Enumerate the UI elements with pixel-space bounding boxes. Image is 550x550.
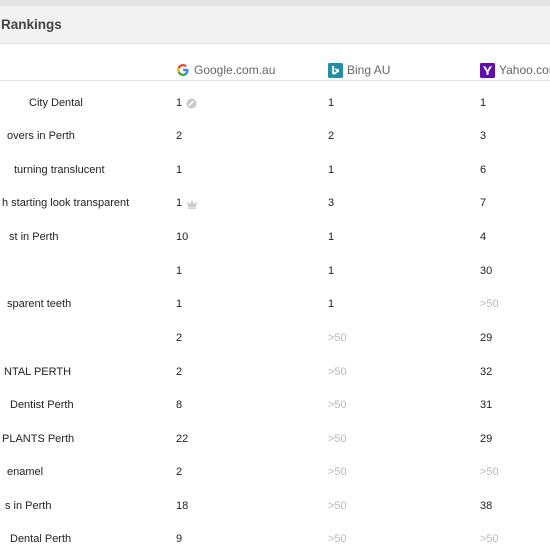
crown-icon <box>187 199 198 209</box>
yahoo-rank-cell: 29 <box>480 332 493 344</box>
bing-rank-cell: >50 <box>328 533 347 545</box>
bing-rank-cell: >50 <box>328 500 347 512</box>
bing-rank-cell: 2 <box>328 130 335 142</box>
featured-snippet-icon <box>186 98 197 109</box>
yahoo-rank-cell: >50 <box>480 466 499 478</box>
keyword-cell[interactable]: st in Perth <box>0 221 170 254</box>
google-rank-cell: 2 <box>176 456 182 489</box>
yahoo-rank-cell: 3 <box>480 130 487 142</box>
table-row[interactable]: overs in Perth 2 2 3 <box>0 120 550 153</box>
yahoo-rank-cell: >50 <box>480 533 499 545</box>
google-rank-cell: 9 <box>176 523 182 550</box>
keyword-cell[interactable] <box>0 255 170 288</box>
table-row[interactable]: turning translucent 1 1 6 <box>0 154 550 187</box>
google-icon <box>177 63 189 76</box>
bing-rank-cell: 1 <box>328 231 335 243</box>
google-rank-cell: 1 <box>176 187 198 220</box>
table-row[interactable]: City Dental 1 1 1 <box>0 87 550 120</box>
google-rank: 2 <box>176 466 183 478</box>
google-rank: 1 <box>176 97 183 109</box>
google-rank: 8 <box>176 399 183 411</box>
table-row[interactable]: h starting look transparent 1 3 7 <box>0 187 550 220</box>
panel-title: Rankings <box>1 17 62 32</box>
column-header-yahoo[interactable]: Yahoo.com <box>480 62 550 78</box>
bing-rank-cell: 3 <box>328 197 335 209</box>
yahoo-rank-cell: 29 <box>480 433 493 445</box>
google-rank: 2 <box>176 366 183 378</box>
bing-rank-cell: >50 <box>328 466 347 478</box>
google-rank: 1 <box>176 197 183 209</box>
table-row[interactable]: sparent teeth 1 1 >50 <box>0 288 550 321</box>
yahoo-rank-cell: 1 <box>480 97 487 109</box>
google-rank-cell: 2 <box>176 322 182 355</box>
bing-rank-cell: 1 <box>328 97 335 109</box>
column-label-google: Google.com.au <box>194 63 276 77</box>
table-row[interactable]: s in Perth 18 >50 38 <box>0 490 550 523</box>
table-row[interactable]: st in Perth 10 1 4 <box>0 221 550 254</box>
yahoo-rank-cell: 4 <box>480 231 487 243</box>
google-rank-cell: 1 <box>176 87 197 120</box>
bing-rank-cell: 1 <box>328 265 335 277</box>
yahoo-rank-cell: 6 <box>480 164 487 176</box>
column-header-google[interactable]: Google.com.au <box>176 62 275 78</box>
google-rank-cell: 18 <box>176 490 188 523</box>
yahoo-rank-cell: 32 <box>480 366 493 378</box>
yahoo-rank-cell: 30 <box>480 265 493 277</box>
google-rank: 1 <box>176 265 183 277</box>
yahoo-icon <box>480 62 495 78</box>
column-label-bing: Bing AU <box>347 63 391 77</box>
keyword-cell[interactable]: sparent teeth <box>0 288 170 321</box>
google-rank: 9 <box>176 533 183 545</box>
bing-rank-cell: >50 <box>328 399 347 411</box>
keyword-cell[interactable]: h starting look transparent <box>0 187 170 220</box>
table-row[interactable]: PLANTS Perth 22 >50 29 <box>0 423 550 456</box>
table-row[interactable]: 1 1 30 <box>0 255 550 288</box>
google-rank-cell: 10 <box>176 221 188 254</box>
panel-header: Rankings <box>0 6 550 44</box>
header-divider <box>0 80 550 81</box>
table-row[interactable]: enamel 2 >50 >50 <box>0 456 550 489</box>
google-rank: 22 <box>176 433 189 445</box>
google-rank: 2 <box>176 130 183 142</box>
keyword-cell[interactable] <box>0 322 170 355</box>
google-rank: 1 <box>176 298 183 310</box>
google-rank-cell: 1 <box>176 255 182 288</box>
google-rank: 2 <box>176 332 183 344</box>
yahoo-rank-cell: 31 <box>480 399 493 411</box>
keyword-cell[interactable]: Dental Perth <box>0 523 170 550</box>
google-rank-cell: 2 <box>176 356 182 389</box>
google-rank-cell: 1 <box>176 154 182 187</box>
google-rank-cell: 2 <box>176 120 182 153</box>
keyword-cell[interactable]: NTAL PERTH <box>0 356 170 389</box>
yahoo-rank-cell: 38 <box>480 500 493 512</box>
bing-rank-cell: >50 <box>328 332 347 344</box>
keyword-cell[interactable]: enamel <box>0 456 170 489</box>
bing-rank-cell: >50 <box>328 433 347 445</box>
bing-rank-cell: >50 <box>328 366 347 378</box>
keyword-cell[interactable]: PLANTS Perth <box>0 423 170 456</box>
keyword-cell[interactable]: City Dental <box>0 87 170 120</box>
keyword-cell[interactable]: turning translucent <box>0 154 170 187</box>
google-rank-cell: 8 <box>176 389 182 422</box>
google-rank-cell: 22 <box>176 423 188 456</box>
google-rank: 10 <box>176 231 189 243</box>
yahoo-rank-cell: 7 <box>480 197 487 209</box>
yahoo-rank-cell: >50 <box>480 298 499 310</box>
table-row[interactable]: 2 >50 29 <box>0 322 550 355</box>
column-header-bing[interactable]: Bing AU <box>328 62 390 78</box>
table-row[interactable]: Dentist Perth 8 >50 31 <box>0 389 550 422</box>
google-rank: 1 <box>176 164 183 176</box>
keyword-cell[interactable]: s in Perth <box>0 490 170 523</box>
bing-rank-cell: 1 <box>328 164 335 176</box>
table-row[interactable]: Dental Perth 9 >50 >50 <box>0 523 550 550</box>
google-rank-cell: 1 <box>176 288 182 321</box>
bing-icon <box>328 62 343 78</box>
table-row[interactable]: NTAL PERTH 2 >50 32 <box>0 356 550 389</box>
google-rank: 18 <box>176 500 189 512</box>
column-label-yahoo: Yahoo.com <box>499 63 550 77</box>
keyword-cell[interactable]: overs in Perth <box>0 120 170 153</box>
bing-rank-cell: 1 <box>328 298 335 310</box>
keyword-cell[interactable]: Dentist Perth <box>0 389 170 422</box>
